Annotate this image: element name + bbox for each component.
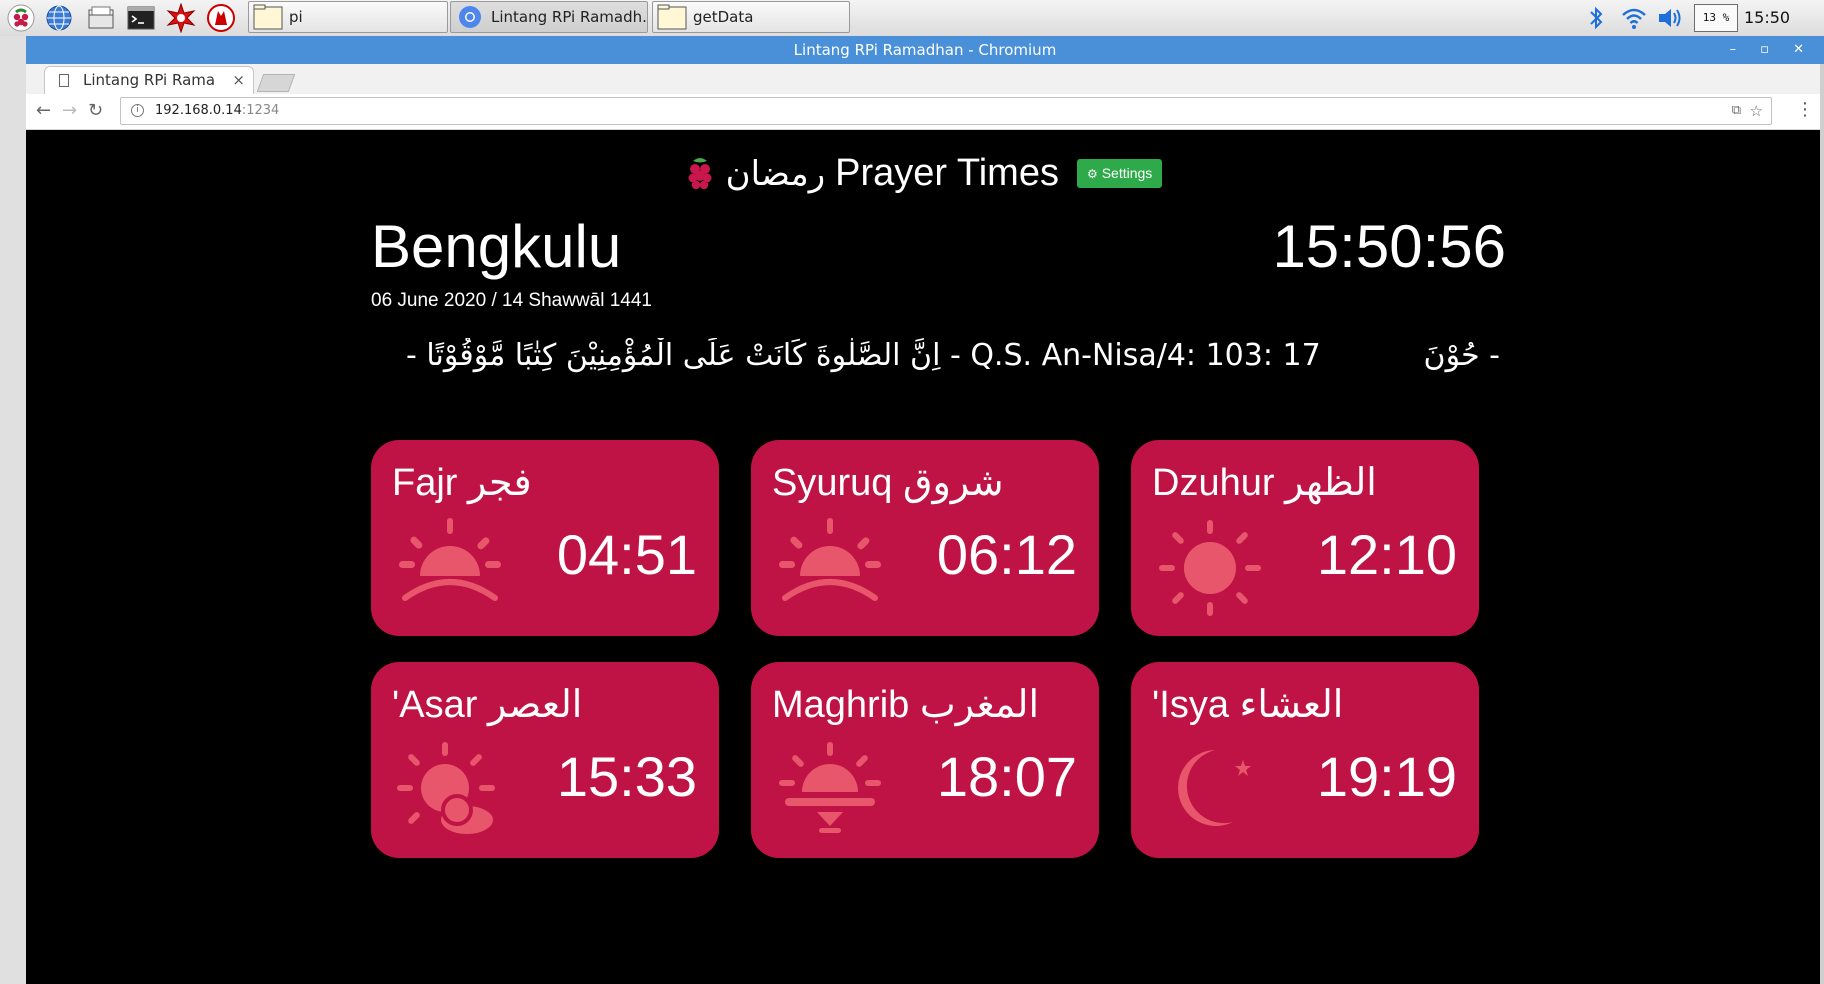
prayer-name: Syuruq شروق [772, 462, 1004, 504]
taskbar-task-getdata[interactable]: getData [652, 1, 850, 33]
prayer-card-isya: 'Isya العشاء 19:19 [1131, 662, 1479, 858]
tab-lintang-rpi[interactable]: Lintang RPi Rama × [44, 66, 254, 94]
header-title: Prayer Times [835, 152, 1059, 194]
sun-cloud-icon [395, 740, 505, 840]
translate-icon[interactable]: ⧉ [1732, 98, 1741, 124]
address-bar[interactable]: i 192.168.0.14:1234 ⧉ ☆ [120, 97, 1772, 125]
sun-icon [1155, 518, 1265, 618]
prayer-time: 15:33 [556, 745, 697, 808]
prayer-card-maghrib: Maghrib المغرب 18:07 [751, 662, 1099, 858]
sunrise-icon [395, 518, 505, 618]
panel-clock[interactable]: 15:50 [1744, 0, 1790, 36]
prayer-time: 18:07 [936, 745, 1077, 808]
desktop-strip [0, 36, 26, 984]
header-arabic: رمضان [725, 153, 826, 194]
taskbar-task-pi[interactable]: pi [248, 1, 448, 33]
menu-kebab-icon[interactable]: ⋮ [1796, 99, 1814, 120]
raspberry-icon [684, 155, 716, 193]
url-port: :1234 [241, 103, 280, 118]
mathematica-icon[interactable] [166, 3, 196, 33]
browser-globe-icon[interactable] [44, 3, 74, 33]
page-title: رمضان Prayer Times ⚙ Settings [26, 152, 1820, 200]
sunrise-icon [775, 518, 885, 618]
taskbar: pi Lintang RPi Ramadh... getData 13 % 15… [0, 0, 1824, 37]
forward-arrow-icon[interactable]: → [62, 100, 77, 121]
folder-icon [657, 4, 687, 30]
tab-title: Lintang RPi Rama [83, 71, 216, 89]
cpu-usage-monitor[interactable]: 13 % [1694, 4, 1738, 32]
prayer-time: 04:51 [556, 523, 697, 586]
terminal-icon[interactable] [126, 3, 156, 33]
tab-strip: Lintang RPi Rama × [26, 64, 1824, 94]
window-edge [1820, 64, 1824, 984]
bluetooth-icon[interactable] [1586, 4, 1606, 36]
tab-close-icon[interactable]: × [232, 67, 245, 94]
current-time: 15:50:56 [1272, 213, 1506, 280]
settings-label: Settings [1101, 165, 1153, 181]
prayer-name: 'Asar العصر [392, 684, 583, 726]
info-icon[interactable]: i [131, 104, 144, 117]
bookmark-star-icon[interactable]: ☆ [1750, 98, 1763, 124]
window-controls[interactable]: – ▫ ✕ [1730, 36, 1814, 64]
chromium-icon [459, 6, 481, 28]
task-label: pi [289, 8, 303, 26]
raspberry-menu-icon[interactable] [6, 3, 36, 33]
task-label: getData [693, 8, 754, 26]
prayer-card-syuruq: Syuruq شروق 06:12 [751, 440, 1099, 636]
new-tab-button[interactable] [256, 74, 296, 92]
window-title: Lintang RPi Ramadhan - Chromium [793, 41, 1057, 59]
prayer-card-fajr: Fajr فجر 04:51 [371, 440, 719, 636]
prayer-name: Dzuhur الظهر [1152, 462, 1377, 504]
gear-icon: ⚙ [1086, 167, 1098, 181]
moon-star-icon [1155, 740, 1265, 840]
verse-marquee: - اِنَّ الصَّلٰوةَ كَانَتْ عَلَى الْمُؤْ… [406, 338, 1321, 373]
window-titlebar[interactable]: Lintang RPi Ramadhan - Chromium – ▫ ✕ [26, 36, 1824, 64]
task-label: Lintang RPi Ramadh... [491, 8, 648, 26]
back-arrow-icon[interactable]: ← [36, 100, 51, 121]
prayer-name: Maghrib المغرب [772, 684, 1040, 726]
prayer-card-asar: 'Asar العصر 15:33 [371, 662, 719, 858]
prayer-name: 'Isya العشاء [1152, 684, 1344, 726]
file-manager-icon[interactable] [86, 3, 116, 33]
folder-icon [253, 4, 283, 30]
url-host: 192.168.0.14 [155, 103, 242, 118]
wolfram-icon[interactable] [206, 3, 236, 33]
prayer-card-dzuhur: Dzuhur الظهر 12:10 [1131, 440, 1479, 636]
prayer-time: 06:12 [936, 523, 1077, 586]
city-name: Bengkulu [371, 213, 622, 280]
prayer-time: 19:19 [1316, 745, 1457, 808]
prayer-name: Fajr فجر [392, 462, 532, 504]
taskbar-task-chromium[interactable]: Lintang RPi Ramadh... [450, 1, 648, 33]
prayer-time: 12:10 [1316, 523, 1457, 586]
volume-icon[interactable] [1656, 4, 1686, 36]
wifi-icon[interactable] [1620, 4, 1648, 36]
sunset-icon [775, 740, 885, 840]
date-line: 06 June 2020 / 14 Shawwāl 1441 [371, 290, 652, 311]
browser-toolbar: ← → ↻ i 192.168.0.14:1234 ⧉ ☆ ⋮ [26, 94, 1824, 130]
page-viewport: رمضان Prayer Times ⚙ Settings Bengkulu 15… [26, 130, 1820, 984]
reload-icon[interactable]: ↻ [88, 100, 103, 121]
page-icon [59, 74, 69, 87]
verse-marquee-tail: حُوْنَ - [1423, 338, 1500, 373]
settings-button[interactable]: ⚙ Settings [1076, 159, 1163, 188]
